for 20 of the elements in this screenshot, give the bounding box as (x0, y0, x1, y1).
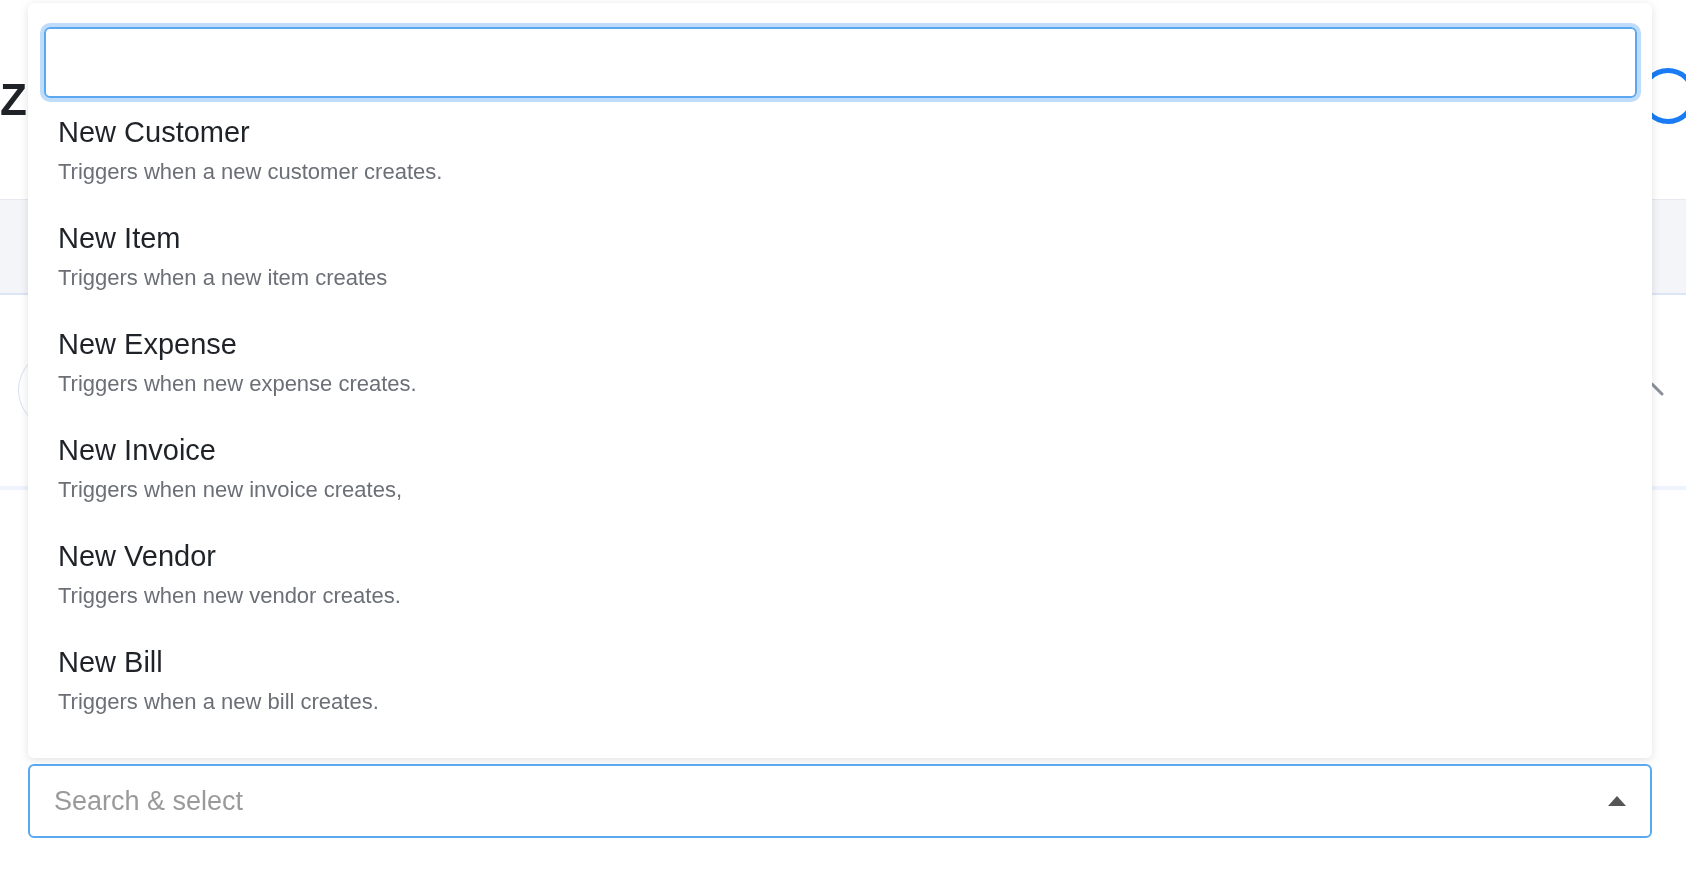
option-title: New Item (58, 221, 182, 256)
option-item[interactable]: New Item Triggers when a new item creates (58, 214, 1636, 320)
option-item[interactable]: New Bill Triggers when a new bill creates. (58, 638, 1636, 744)
option-item[interactable]: New Vendor Triggers when new vendor creates. (58, 532, 1636, 638)
select-placeholder: Search & select (54, 784, 244, 818)
option-item[interactable]: New Invoice Triggers when new invoice creates, (58, 426, 1636, 532)
option-title: New Bill (58, 645, 164, 680)
option-item[interactable]: New Customer Triggers when a new customer creates. (58, 108, 1636, 214)
option-title: New Expense (58, 327, 238, 362)
option-description: Triggers when new expense creates. (58, 370, 418, 398)
option-description: Triggers when new invoice creates, (58, 476, 403, 504)
option-description: Triggers when new vendor creates. (58, 582, 402, 610)
option-item[interactable]: New Expense Triggers when new expense creates. (58, 320, 1636, 426)
option-title: New Customer (58, 115, 251, 150)
option-title: New Invoice (58, 433, 217, 468)
option-description: Triggers when a new customer creates. (58, 158, 444, 186)
option-description: Triggers when a new item creates (58, 264, 389, 292)
page-heading: Z (0, 73, 27, 126)
option-description: Triggers when a new bill creates. (58, 688, 380, 716)
option-title: New Vendor (58, 539, 217, 574)
